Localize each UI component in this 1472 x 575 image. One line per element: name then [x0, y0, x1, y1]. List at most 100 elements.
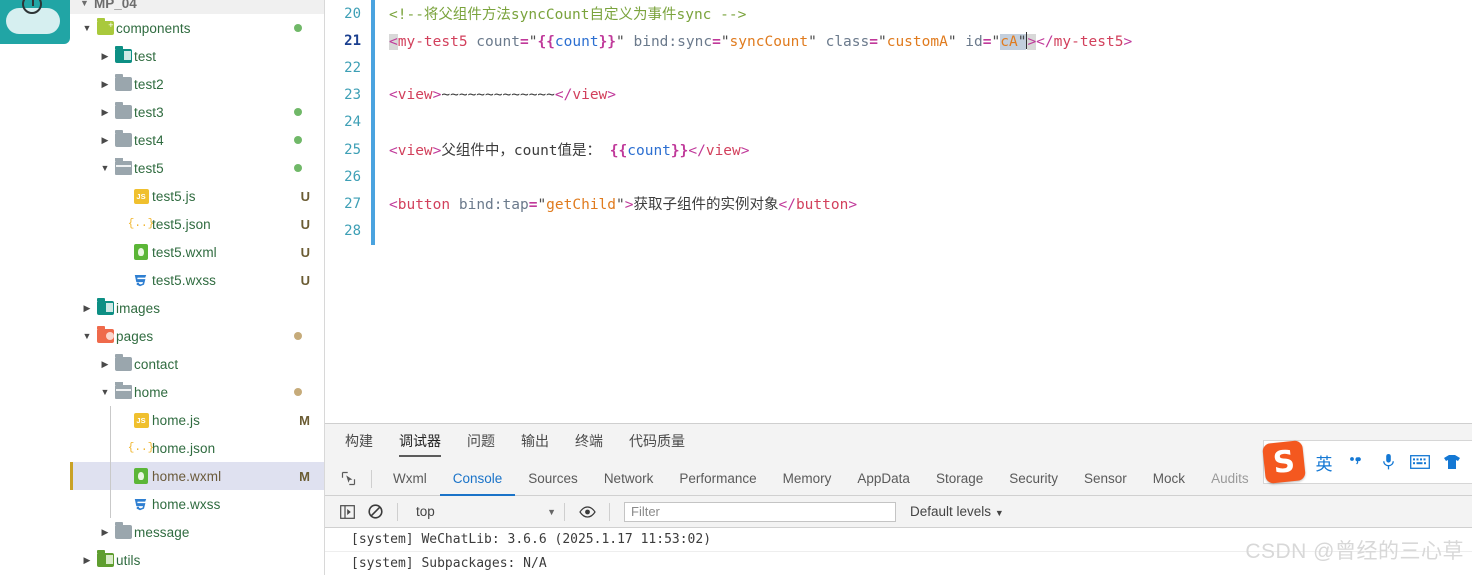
code-line[interactable]: 23 <view>~~~~~~~~~~~~~</view>	[325, 81, 1472, 109]
panel-tab-5[interactable]: 代码质量	[629, 427, 685, 459]
file-explorer-sidebar[interactable]: ▼ MP_04 components test test2 test3 test4 tes…	[70, 0, 325, 575]
chevron-right-icon[interactable]	[98, 527, 112, 538]
tree-item-test4[interactable]: test4	[70, 126, 324, 154]
tree-item-utils[interactable]: utils	[70, 546, 324, 574]
filter-divider-2	[564, 502, 565, 521]
code-token-eq: =	[519, 33, 529, 50]
tree-item-home-js[interactable]: home.js M	[70, 406, 324, 434]
devtools-window: ▼ MP_04 components test test2 test3 test4 tes…	[0, 0, 1472, 575]
code-token-eq: =	[869, 33, 878, 50]
devtools-tab-mock[interactable]: Mock	[1140, 462, 1198, 495]
tree-item-home-json[interactable]: home.json	[70, 434, 324, 462]
tree-item-test5-json[interactable]: test5.json U	[70, 210, 324, 238]
console-sidebar-toggle-icon[interactable]	[333, 500, 361, 524]
chevron-down-icon[interactable]	[80, 23, 94, 33]
sogou-logo-icon[interactable]	[1262, 440, 1306, 484]
panel-tab-1[interactable]: 调试器	[399, 427, 441, 459]
punctuation-icon[interactable]	[1340, 443, 1372, 481]
chevron-right-icon[interactable]	[98, 135, 112, 146]
panel-tab-2[interactable]: 问题	[467, 427, 495, 459]
skin-icon[interactable]	[1436, 443, 1468, 481]
tree-item-test3[interactable]: test3	[70, 98, 324, 126]
panel-tab-4[interactable]: 终端	[575, 427, 603, 459]
eye-icon[interactable]	[573, 500, 601, 524]
sogou-ime-toolbar[interactable]: 英	[1262, 440, 1472, 484]
console-filter-input[interactable]: Filter	[624, 501, 896, 522]
code-text[interactable]: <view>父组件中，count值是： {{count}}</view>	[375, 139, 750, 160]
devtools-tab-sensor[interactable]: Sensor	[1071, 462, 1140, 495]
panel-tab-0[interactable]: 构建	[345, 427, 373, 459]
code-text[interactable]: <view>~~~~~~~~~~~~~</view>	[375, 87, 616, 103]
console-filter-bar[interactable]: top ▼ Filter Default levels ▼	[325, 496, 1472, 528]
devtools-tab-performance[interactable]: Performance	[666, 462, 769, 495]
file-icon-wrap	[130, 412, 152, 428]
line-number: 24	[344, 114, 361, 131]
clear-console-icon[interactable]	[361, 500, 389, 524]
status-dot	[294, 332, 302, 340]
project-header[interactable]: ▼ MP_04	[70, 0, 324, 14]
chevron-right-icon[interactable]	[80, 303, 94, 314]
console-output[interactable]: [system] WeChatLib: 3.6.6 (2025.1.17 11:…	[325, 528, 1472, 575]
chevron-right-icon[interactable]	[98, 359, 112, 370]
ime-mode-button[interactable]: 英	[1308, 443, 1340, 481]
code-editor[interactable]: 20 <!--将父组件方法syncCount自定义为事件sync --> 21 <my…	[325, 0, 1472, 423]
code-line[interactable]: 25 <view>父组件中，count值是： {{count}}</view>	[325, 135, 1472, 164]
tree-item-contact[interactable]: contact	[70, 350, 324, 378]
code-token-attr: class	[816, 33, 870, 50]
chevron-right-icon[interactable]	[98, 107, 112, 118]
tree-item-label: test5.wxml	[152, 244, 217, 260]
tree-item-components[interactable]: components	[70, 14, 324, 42]
chevron-right-icon[interactable]	[98, 79, 112, 90]
devtools-tab-console[interactable]: Console	[439, 462, 516, 496]
code-line[interactable]: 20 <!--将父组件方法syncCount自定义为事件sync -->	[325, 0, 1472, 28]
devtools-tab-sources[interactable]: Sources	[515, 462, 591, 495]
devtools-tab-wxml[interactable]: Wxml	[380, 462, 440, 495]
panel-tab-3[interactable]: 输出	[521, 427, 549, 459]
code-line[interactable]: 21 <my-test5 count="{{count}}" bind:sync=…	[325, 27, 1472, 55]
inspect-element-icon[interactable]	[333, 467, 363, 491]
tree-item-test5-wxss[interactable]: test5.wxss U	[70, 266, 324, 294]
devtools-tab-storage[interactable]: Storage	[923, 462, 996, 495]
code-line[interactable]: 26	[325, 163, 1472, 191]
chevron-down-icon[interactable]	[98, 163, 112, 173]
tree-item-test[interactable]: test	[70, 42, 324, 70]
devtools-tab-appdata[interactable]: AppData	[844, 462, 923, 495]
tree-item-images[interactable]: images	[70, 294, 324, 322]
code-line[interactable]: 27 <button bind:tap="getChild">获取子组件的实例对象…	[325, 190, 1472, 218]
microphone-icon[interactable]	[1372, 443, 1404, 481]
devtools-tab-audits[interactable]: Audits	[1198, 462, 1262, 495]
code-text[interactable]: <my-test5 count="{{count}}" bind:sync="s…	[375, 31, 1132, 50]
code-content[interactable]: 20 <!--将父组件方法syncCount自定义为事件sync --> 21 <my…	[325, 0, 1472, 245]
tree-item-pages[interactable]: pages	[70, 322, 324, 350]
folder-gray-icon	[114, 74, 132, 91]
tree-item-message[interactable]: message	[70, 518, 324, 546]
keyboard-icon[interactable]	[1404, 443, 1436, 481]
console-levels-select[interactable]: Default levels ▼	[910, 504, 1004, 519]
tree-item-test5[interactable]: test5	[70, 154, 324, 182]
devtools-tab-network[interactable]: Network	[591, 462, 667, 495]
js-icon	[133, 188, 149, 204]
code-line[interactable]: 24	[325, 108, 1472, 136]
file-tree[interactable]: components test test2 test3 test4 test5 test5.…	[70, 14, 324, 575]
tree-item-test2[interactable]: test2	[70, 70, 324, 98]
tree-item-home[interactable]: home	[70, 378, 324, 406]
code-text[interactable]: <!--将父组件方法syncCount自定义为事件sync -->	[375, 3, 746, 24]
code-token-brace: {{	[537, 33, 555, 50]
code-line[interactable]: 22	[325, 54, 1472, 82]
chevron-right-icon[interactable]	[80, 555, 94, 566]
code-line[interactable]: 28	[325, 217, 1472, 245]
chevron-right-icon[interactable]	[98, 51, 112, 62]
chevron-down-icon[interactable]	[98, 387, 112, 397]
devtools-tab-memory[interactable]: Memory	[770, 462, 845, 495]
tree-item-test5-js[interactable]: test5.js U	[70, 182, 324, 210]
devtools-tabs[interactable]: Wxml Console Sources Network Performance Memo…	[380, 462, 1262, 496]
chevron-down-icon[interactable]	[80, 331, 94, 341]
tree-item-home-wxml[interactable]: home.wxml M	[70, 462, 324, 490]
tree-indent-guide	[110, 434, 111, 462]
code-text[interactable]: <button bind:tap="getChild">获取子组件的实例对象</…	[375, 193, 857, 214]
tree-item-home-wxss[interactable]: home.wxss	[70, 490, 324, 518]
file-icon-wrap	[94, 18, 116, 35]
console-context-select[interactable]: top ▼	[406, 504, 556, 519]
tree-item-test5-wxml[interactable]: test5.wxml U	[70, 238, 324, 266]
devtools-tab-security[interactable]: Security	[996, 462, 1071, 495]
